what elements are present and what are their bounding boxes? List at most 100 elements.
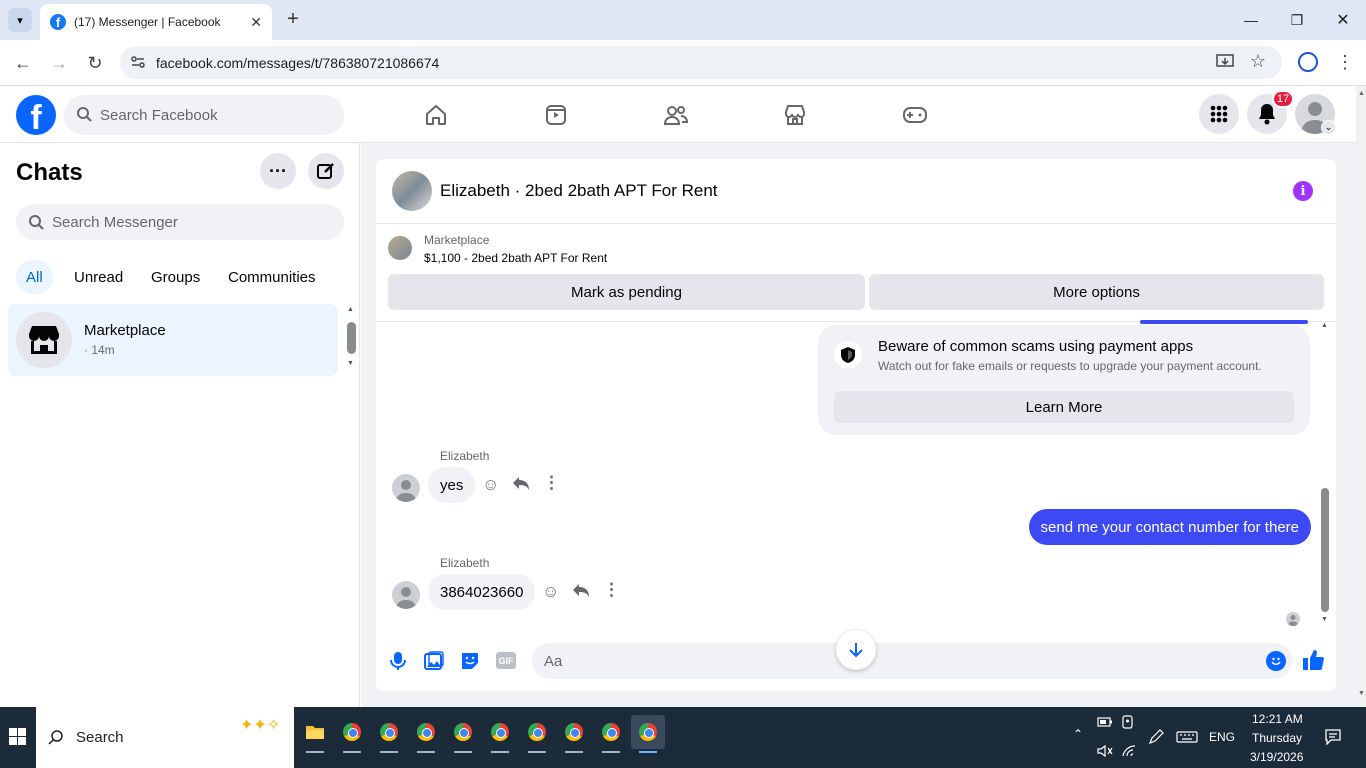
chrome-taskbar-icon[interactable] (372, 715, 406, 753)
battery-icon[interactable] (1097, 717, 1113, 727)
url-text: facebook.com/messages/t/786380721086674 (156, 54, 440, 71)
restore-button[interactable]: ❐ (1274, 0, 1320, 40)
sidebar-scrollbar[interactable]: ▲ ▼ (346, 306, 356, 370)
clock-date[interactable]: 3/19/2026 (1250, 750, 1303, 764)
more-actions-icon[interactable]: ⋮ (603, 580, 620, 600)
message-scrollbar[interactable]: ▲ ▼ (1320, 322, 1330, 632)
new-message-button[interactable] (308, 153, 344, 189)
chrome-taskbar-icon[interactable] (483, 715, 517, 753)
chrome-taskbar-icon[interactable] (557, 715, 591, 753)
incoming-message[interactable]: yes (428, 467, 476, 503)
chrome-taskbar-icon[interactable] (520, 715, 554, 753)
new-tab-button[interactable]: + (282, 8, 304, 30)
tab-list-button[interactable]: ▾ (8, 8, 32, 32)
wifi-icon[interactable] (1122, 745, 1136, 757)
chrome-taskbar-icon[interactable] (446, 715, 480, 753)
incoming-message[interactable]: 3864023660 (428, 574, 536, 610)
browser-tab[interactable]: f (17) Messenger | Facebook ✕ (40, 4, 272, 40)
more-actions-icon[interactable]: ⋮ (543, 473, 560, 493)
facebook-favicon-icon: f (50, 14, 66, 30)
minimize-button[interactable]: — (1228, 0, 1274, 40)
chrome-taskbar-icon[interactable] (335, 715, 369, 753)
chrome-taskbar-icon[interactable] (594, 715, 628, 753)
chrome-taskbar-icon-active[interactable] (631, 715, 665, 753)
profile-icon[interactable] (1298, 52, 1318, 72)
chats-title: Chats (16, 159, 83, 186)
conversation-item-marketplace[interactable]: Marketplace · 14m (8, 304, 338, 376)
conversation-title[interactable]: Elizabeth · 2bed 2bath APT For Rent (440, 181, 718, 201)
listing-thumbnail[interactable] (388, 236, 412, 260)
sender-avatar[interactable] (392, 474, 420, 502)
gif-icon[interactable]: GIF (496, 652, 516, 669)
mark-as-pending-button[interactable]: Mark as pending (388, 274, 865, 310)
gaming-nav-icon[interactable] (859, 92, 971, 138)
address-bar[interactable]: facebook.com/messages/t/786380721086674 … (120, 46, 1282, 79)
seen-avatar (1286, 612, 1300, 626)
facebook-logo-icon[interactable]: f (16, 95, 56, 135)
sender-avatar[interactable] (392, 581, 420, 609)
scroll-to-bottom-button[interactable] (836, 630, 876, 670)
filter-unread[interactable]: Unread (64, 260, 133, 294)
learn-more-button[interactable]: Learn More (834, 391, 1294, 423)
friends-nav-icon[interactable] (620, 92, 732, 138)
react-smiley-icon[interactable]: ☺ (482, 475, 499, 495)
chrome-taskbar-icon[interactable] (409, 715, 443, 753)
sticker-icon[interactable] (460, 651, 480, 671)
site-info-icon[interactable] (130, 54, 146, 70)
bookmark-star-icon[interactable]: ☆ (1250, 51, 1266, 72)
clock-time[interactable]: 12:21 AM (1252, 712, 1303, 726)
filter-all[interactable]: All (16, 260, 53, 294)
forward-button[interactable]: → (44, 48, 74, 78)
back-button[interactable]: ← (8, 48, 38, 78)
speaker-muted-icon[interactable] (1097, 745, 1113, 757)
outgoing-message[interactable]: send me your contact number for there (1028, 509, 1311, 545)
conversation-header: Elizabeth · 2bed 2bath APT For Rent i (376, 159, 1336, 224)
install-app-icon[interactable] (1216, 54, 1234, 70)
facebook-search-input[interactable]: Search Facebook (64, 95, 344, 135)
conversation-name: Marketplace (84, 322, 166, 339)
marketplace-nav-icon[interactable] (739, 92, 851, 138)
chats-options-button[interactable]: ··· (260, 153, 296, 189)
windows-start-icon[interactable] (9, 728, 26, 745)
message-input[interactable]: Aa (532, 643, 1292, 679)
language-indicator[interactable]: ENG (1209, 730, 1235, 744)
reply-icon[interactable] (572, 581, 590, 599)
info-icon[interactable]: i (1293, 181, 1313, 201)
pen-icon[interactable] (1148, 729, 1164, 745)
messenger-search-input[interactable]: Search Messenger (16, 204, 344, 240)
tab-title: (17) Messenger | Facebook (74, 15, 221, 29)
taskbar-search[interactable]: Search ✦✦✧ (36, 707, 294, 768)
search-icon (48, 729, 64, 745)
chrome-menu-icon[interactable]: ⋮ (1336, 52, 1354, 73)
more-options-button[interactable]: More options (869, 274, 1324, 310)
microphone-icon[interactable] (390, 651, 406, 671)
emoji-icon[interactable] (1266, 651, 1286, 671)
video-nav-icon[interactable] (500, 92, 612, 138)
sparkle-icon: ✦✦✧ (240, 717, 281, 734)
marketplace-avatar (16, 312, 72, 368)
file-explorer-icon[interactable] (298, 715, 332, 753)
clock-day[interactable]: Thursday (1252, 731, 1302, 745)
page-scrollbar[interactable]: ▲ ▼ (1356, 86, 1366, 707)
listing-title[interactable]: $1,100 - 2bed 2bath APT For Rent (424, 251, 607, 265)
home-nav-icon[interactable] (380, 92, 492, 138)
photo-icon[interactable] (424, 651, 444, 671)
menu-grid-button[interactable] (1199, 94, 1239, 134)
filter-groups[interactable]: Groups (141, 260, 210, 294)
shield-icon (834, 341, 862, 369)
reply-icon[interactable] (512, 474, 530, 492)
camera-icon[interactable] (1122, 715, 1136, 729)
facebook-header: f Search Facebook 17 ⌄ (0, 86, 1356, 143)
react-smiley-icon[interactable]: ☺ (542, 582, 559, 602)
filter-communities[interactable]: Communities (218, 260, 326, 294)
close-window-button[interactable]: ✕ (1320, 0, 1366, 40)
tray-overflow-icon[interactable]: ⌃ (1073, 727, 1083, 741)
notification-center-icon[interactable] (1325, 729, 1341, 745)
account-chevron-down-icon[interactable]: ⌄ (1321, 120, 1336, 135)
listing-avatar[interactable] (392, 171, 432, 211)
close-tab-icon[interactable]: ✕ (250, 14, 262, 31)
reload-button[interactable]: ↻ (80, 48, 110, 78)
like-thumbs-up-icon[interactable] (1302, 649, 1324, 671)
message-list: Beware of common scams using payment app… (376, 320, 1336, 632)
keyboard-icon[interactable] (1176, 731, 1198, 743)
